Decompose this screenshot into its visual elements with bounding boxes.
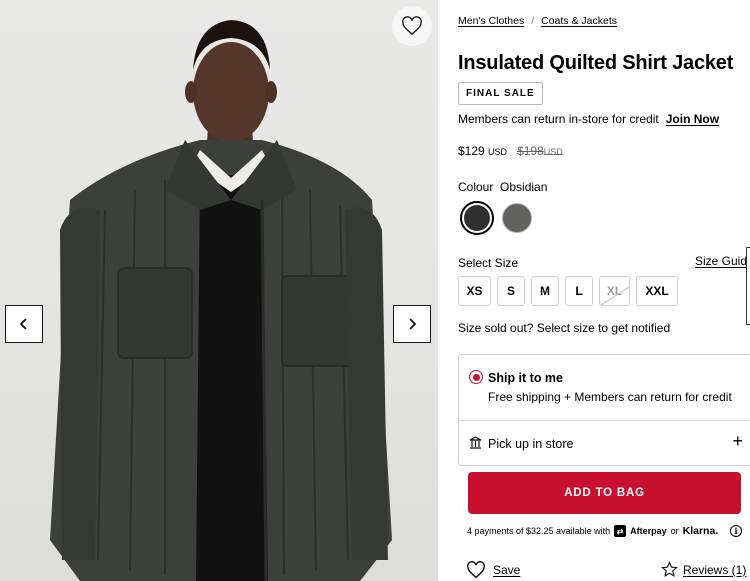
size-selector: XS S M L XL XXL	[458, 276, 678, 306]
info-icon[interactable]: i	[730, 525, 742, 537]
payments-or: or	[670, 526, 679, 536]
breadcrumb-mens-clothes[interactable]: Men's Clothes	[458, 15, 524, 27]
select-size-label: Select Size	[458, 256, 519, 270]
breadcrumb: Men's Clothes / Coats & Jackets	[458, 15, 617, 27]
payment-installments: 4 payments of $32.25 available with ⇄ Af…	[467, 525, 718, 537]
members-return-note: Members can return in-store for credit J…	[458, 112, 719, 126]
fulfillment-options: Ship it to me Free shipping + Members ca…	[458, 354, 750, 466]
product-image-gallery[interactable]	[0, 0, 438, 581]
breadcrumb-coats-jackets[interactable]: Coats & Jackets	[541, 15, 617, 27]
original-price: $198USD	[517, 144, 563, 158]
ship-subtitle: Free shipping + Members can return for c…	[488, 390, 732, 404]
breadcrumb-separator: /	[531, 15, 535, 27]
side-drawer-tab[interactable]	[746, 247, 750, 325]
installments-text: 4 payments of $32.25 available with	[467, 526, 611, 536]
chevron-right-icon	[409, 318, 417, 330]
size-option-l[interactable]: L	[565, 276, 593, 306]
pickup-title: Pick up in store	[488, 437, 574, 451]
afterpay-label: Afterpay	[630, 526, 667, 536]
previous-image-button[interactable]	[5, 305, 43, 343]
afterpay-icon: ⇄	[614, 525, 627, 537]
size-guide-link[interactable]: Size Guid	[695, 254, 747, 268]
colour-swatch-alternate[interactable]	[502, 203, 532, 233]
product-title: Insulated Quilted Shirt Jacket	[458, 52, 734, 74]
final-sale-badge: FINAL SALE	[458, 82, 543, 105]
join-now-link[interactable]: Join Now	[666, 112, 719, 126]
selected-colour-name: Obsidian	[500, 180, 548, 194]
chevron-left-icon	[19, 318, 27, 330]
save-button[interactable]: Save	[466, 561, 520, 579]
product-details-panel: Men's Clothes / Coats & Jackets Insulate…	[458, 0, 750, 581]
size-option-s[interactable]: S	[497, 276, 525, 306]
size-option-xxl[interactable]: XXL	[636, 276, 678, 306]
colour-swatch-obsidian[interactable]	[460, 201, 494, 235]
heart-icon	[402, 16, 422, 36]
heart-outline-icon	[467, 561, 485, 579]
price-block: $129 USD $198USD	[458, 144, 563, 158]
ship-it-to-me-option[interactable]: Ship it to me Free shipping + Members ca…	[459, 355, 750, 421]
sold-out-note: Size sold out? Select size to get notifi…	[458, 321, 671, 335]
plus-icon[interactable]: +	[732, 432, 743, 450]
size-option-xl[interactable]: XL	[599, 276, 630, 306]
ship-radio-selected[interactable]	[469, 370, 483, 384]
star-outline-icon	[661, 561, 678, 578]
add-to-bag-button[interactable]: ADD TO BAG	[468, 472, 741, 514]
product-photo	[50, 20, 392, 581]
size-option-m[interactable]: M	[531, 276, 559, 306]
store-icon	[469, 436, 482, 449]
size-option-xs[interactable]: XS	[458, 276, 491, 306]
favorite-button[interactable]	[392, 6, 432, 46]
klarna-label: Klarna.	[682, 525, 719, 537]
reviews-link[interactable]: Reviews (1)	[661, 561, 746, 578]
pick-up-in-store-option[interactable]: Pick up in store +	[459, 421, 750, 466]
colour-label: Colour Obsidian	[458, 180, 548, 194]
next-image-button[interactable]	[393, 305, 431, 343]
current-price: $129 USD	[458, 144, 508, 158]
ship-title: Ship it to me	[488, 371, 563, 385]
members-text: Members can return in-store for credit	[458, 112, 659, 126]
